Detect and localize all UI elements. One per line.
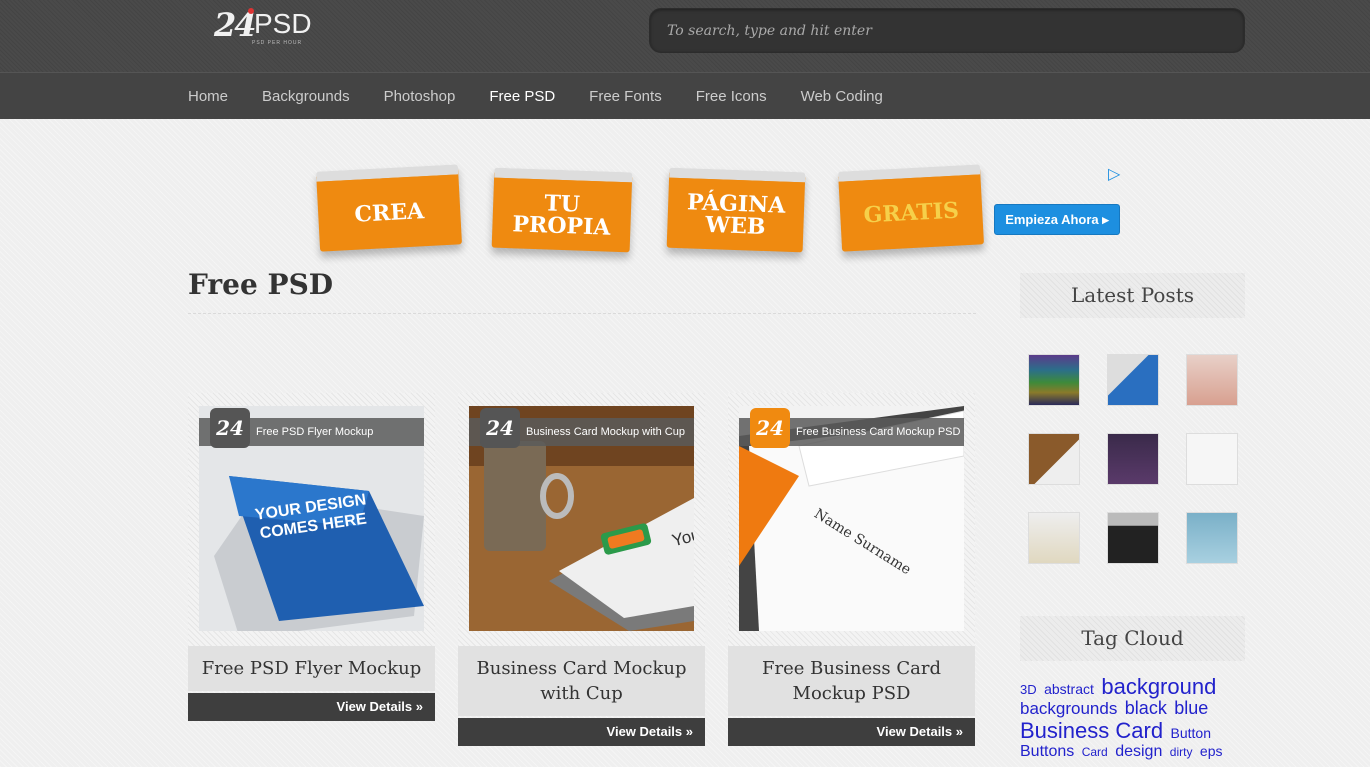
tag-link[interactable]: Card [1082,745,1108,759]
tag-link[interactable]: design [1115,743,1162,760]
logo-tagline: PSD PER HOUR [252,40,303,46]
search-box [649,8,1245,53]
tag-link[interactable]: Business Card [1020,718,1163,743]
nav-free-icons[interactable]: Free Icons [696,88,767,105]
latest-post-thumb[interactable] [1107,433,1159,485]
latest-post-thumb[interactable] [1028,354,1080,406]
card-title[interactable]: Free PSD Flyer Mockup [188,646,435,691]
view-details-button[interactable]: View Details » [458,718,705,746]
logo-text: PSD [254,8,312,39]
ad-card-crea: CREA [316,164,462,252]
tag-link[interactable]: backgrounds [1020,699,1117,718]
tag-link[interactable]: 3D [1020,682,1037,697]
nav-backgrounds[interactable]: Backgrounds [262,88,350,105]
nav-free-fonts[interactable]: Free Fonts [589,88,662,105]
card-thumbnail[interactable]: Free Business Card Mockup PSD 24 Name Su… [739,406,964,631]
latest-post-thumb[interactable] [1107,512,1159,564]
tag-link[interactable]: eps [1200,743,1223,759]
ad-banner[interactable]: CREA TU PROPIA PÁGINA WEB GRATIS Empieza… [310,160,1130,270]
top-header: 24 PSD PSD PER HOUR [0,0,1370,72]
ad-choices-icon[interactable]: ▷ [1108,164,1120,184]
ad-cta-button[interactable]: Empieza Ahora ▸ [994,204,1120,235]
tag-link[interactable]: Buttons [1020,743,1074,760]
latest-post-thumb[interactable] [1028,433,1080,485]
card-title[interactable]: Free Business Card Mockup PSD [728,646,975,716]
latest-posts-grid [1028,354,1238,564]
nav-free-psd[interactable]: Free PSD [489,88,555,105]
nav-home[interactable]: Home [188,88,228,105]
view-details-button[interactable]: View Details » [728,718,975,746]
latest-post-thumb[interactable] [1028,512,1080,564]
page-title: Free PSD [188,268,334,301]
tag-cloud: 3D abstract background backgrounds black… [1020,674,1245,761]
card-thumbnail[interactable]: Business Card Mockup with Cup 24 You [469,406,694,631]
ad-card-tu-propia: TU PROPIA [491,167,633,253]
latest-post-thumb[interactable] [1107,354,1159,406]
tag-link[interactable]: black [1125,698,1167,718]
thumb-logo-icon: 24 [750,408,790,448]
tag-link[interactable]: background [1101,674,1216,699]
thumb-logo-icon: 24 [210,408,250,448]
card-title[interactable]: Business Card Mockup with Cup [458,646,705,716]
latest-post-thumb[interactable] [1186,433,1238,485]
tag-link[interactable]: dirty [1170,745,1193,759]
title-divider [188,313,976,314]
tag-cloud-title: Tag Cloud [1020,616,1245,661]
latest-post-thumb[interactable] [1186,512,1238,564]
nav-photoshop[interactable]: Photoshop [384,88,456,105]
view-details-button[interactable]: View Details » [188,693,435,721]
nav-web-coding[interactable]: Web Coding [801,88,883,105]
main-nav: Home Backgrounds Photoshop Free PSD Free… [0,72,1370,119]
card-thumbnail[interactable]: Free PSD Flyer Mockup 24 YOUR DESIGN COM… [199,406,424,631]
thumb-logo-icon: 24 [480,408,520,448]
search-input[interactable] [650,9,1244,52]
tag-link[interactable]: blue [1174,698,1208,718]
tag-link[interactable]: Button [1171,725,1211,741]
latest-posts-title: Latest Posts [1020,273,1245,318]
ad-card-pagina-web: PÁGINA WEB [666,167,806,253]
tag-link[interactable]: abstract [1044,681,1094,697]
ad-card-gratis: GRATIS [838,164,984,252]
latest-post-thumb[interactable] [1186,354,1238,406]
